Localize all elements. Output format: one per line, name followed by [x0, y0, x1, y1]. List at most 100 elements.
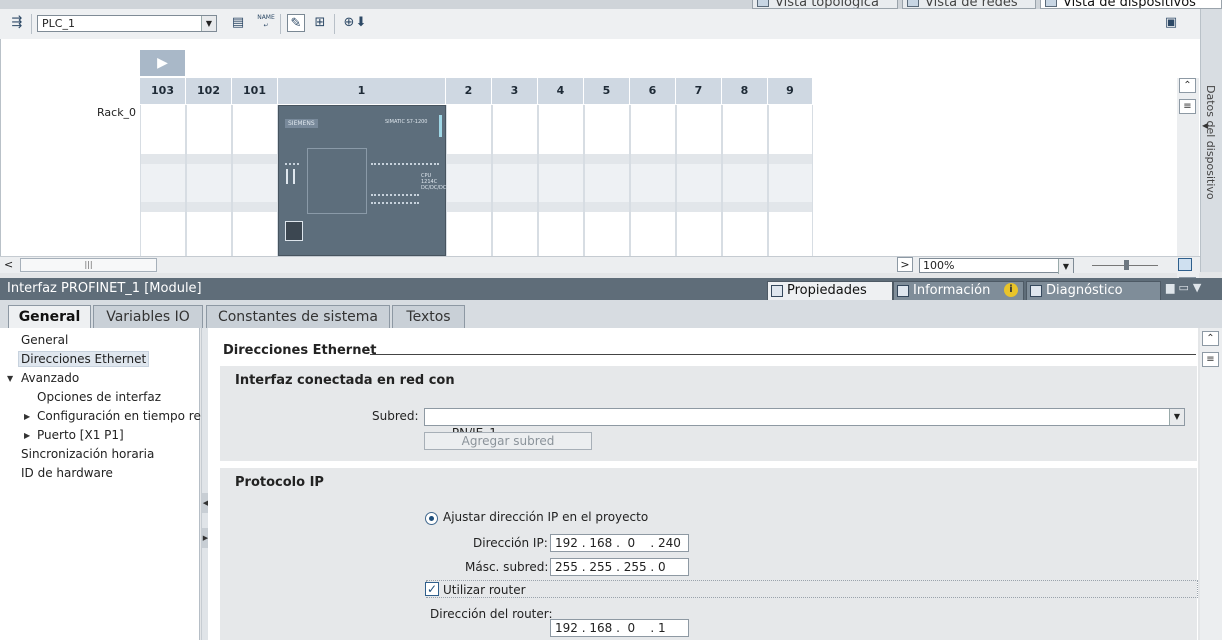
slot-header: 5 [584, 78, 630, 104]
toolbar-separator [31, 14, 32, 34]
tab-diagnostics[interactable]: Diagnóstico [1026, 281, 1161, 301]
slot-header: 4 [538, 78, 584, 104]
set-ip-in-project-radio[interactable] [425, 512, 438, 525]
use-router-checkbox[interactable]: ✓ [425, 582, 439, 596]
show-address-icon[interactable]: ▤ [229, 14, 247, 32]
siemens-logo: SIEMENS [285, 119, 318, 128]
device-icon [1045, 0, 1057, 7]
rack-slot[interactable] [676, 105, 722, 256]
diagnostics-icon [1030, 285, 1042, 297]
run-switch-icon [286, 169, 295, 184]
nav-item-interface-options[interactable]: Opciones de interfaz [37, 390, 161, 404]
rack-slot[interactable] [446, 105, 492, 256]
section-title: Direcciones Ethernet [223, 343, 377, 358]
content-scrollbar[interactable]: ⌃ ≡ [1200, 328, 1222, 640]
rack-slot[interactable] [584, 105, 630, 256]
rack-slot[interactable] [768, 105, 813, 256]
subtab-general[interactable]: General [8, 305, 91, 328]
info-badge-icon: i [1004, 283, 1018, 297]
slot-header: 101 [232, 78, 278, 104]
scroll-thumb[interactable]: ||| [20, 258, 157, 272]
scroll-up-icon[interactable]: ⌃ [1202, 331, 1219, 346]
chevron-down-icon[interactable]: ▼ [201, 16, 216, 31]
ip-protocol-group: Protocolo IP Ajustar dirección IP en el … [220, 468, 1198, 640]
window-controls[interactable]: ▆▭▼ [1166, 281, 1205, 294]
rack-slot[interactable] [186, 105, 232, 256]
properties-nav-tree: General Direcciones Ethernet ▼ Avanzado … [0, 328, 212, 640]
ip-address-field[interactable]: 192 . 168 . 0 . 240 [550, 534, 689, 552]
overview-navigation-icon[interactable] [1178, 258, 1192, 271]
nav-item-port-x1p1[interactable]: Puerto [X1 P1] [37, 428, 124, 442]
use-router-label: Utilizar router [443, 583, 526, 597]
profinet-port-icon[interactable] [285, 221, 303, 241]
cpu-model-label: SIMATIC S7-1200 [385, 119, 428, 125]
topology-icon [757, 0, 769, 7]
nav-item-advanced[interactable]: Avanzado [21, 371, 79, 385]
rack-slot[interactable] [722, 105, 768, 256]
nav-splitter[interactable]: ◀ ▶ [201, 328, 209, 640]
subtab-system-constants[interactable]: Constantes de sistema [206, 305, 390, 328]
zoom-select[interactable]: 100% ▼ [919, 258, 1074, 274]
slot-header: 8 [722, 78, 768, 104]
chevron-down-icon[interactable]: ▼ [1058, 259, 1073, 274]
horizontal-scrollbar[interactable]: < ||| > 100% ▼ [0, 256, 1200, 274]
collapsed-arrow-icon[interactable]: ▶ [24, 431, 30, 440]
properties-content: Direcciones Ethernet Interfaz conectada … [208, 328, 1198, 640]
rack-slot[interactable] [538, 105, 584, 256]
expanded-arrow-icon[interactable]: ▼ [7, 374, 13, 383]
cpu-type-label: CPU 1214C DC/DC/DC [421, 173, 447, 191]
rack-slot[interactable] [492, 105, 538, 256]
collapsed-arrow-icon[interactable]: ▶ [24, 412, 30, 421]
use-router-row [426, 580, 1198, 598]
add-subnet-button[interactable]: Agregar subred [424, 432, 592, 450]
nav-item-hardware-id[interactable]: ID de hardware [21, 466, 113, 480]
rack-slot[interactable] [232, 105, 278, 256]
rack-slot[interactable] [140, 105, 186, 256]
subnet-mask-label: Másc. subred: [465, 560, 549, 574]
rack-slot[interactable] [630, 105, 676, 256]
information-icon [897, 285, 909, 297]
scroll-left-icon[interactable]: < [4, 258, 13, 271]
toolbar-separator [280, 14, 281, 34]
tab-topology-view[interactable]: Vista topológica [752, 0, 898, 9]
slot-header: 1 [278, 78, 446, 104]
download-icon[interactable]: ⬇ [355, 14, 367, 32]
nav-item-ethernet-addresses[interactable]: Direcciones Ethernet [18, 351, 150, 367]
subnet-select[interactable]: PN/IE_1 ▼ [424, 408, 1185, 440]
slot-header: 103 [140, 78, 186, 104]
device-tree-icon[interactable]: ⇶ [8, 14, 26, 32]
subnet-label: Subred: [372, 409, 419, 423]
cpu-display-area [307, 148, 367, 214]
router-address-field[interactable]: 192 . 168 . 0 . 1 [550, 619, 689, 637]
tab-properties[interactable]: Propiedades [767, 281, 893, 301]
led-row [371, 202, 419, 204]
subnet-mask-field[interactable]: 255 . 255 . 255 . 0 [550, 558, 689, 576]
scroll-up-icon[interactable]: ⌃ [1179, 78, 1196, 93]
slot-header: 3 [492, 78, 538, 104]
nav-item-general[interactable]: General [21, 333, 68, 347]
scroll-right-icon[interactable]: > [897, 257, 913, 272]
cpu-module[interactable]: SIEMENS SIMATIC S7-1200 CPU 1214C DC/DC/D… [278, 105, 446, 256]
network-icon [907, 0, 919, 7]
status-lamp [439, 115, 442, 137]
scroll-thumb-icon[interactable]: ≡ [1202, 352, 1219, 367]
device-view-canvas[interactable]: ▶ 103 102 101 1 2 3 4 5 6 7 8 9 Rack_0 S… [0, 39, 1200, 295]
expand-rack-arrow-icon[interactable]: ▶ [140, 50, 185, 76]
tab-device-view[interactable]: Vista de dispositivos [1040, 0, 1222, 9]
subtab-texts[interactable]: Textos [392, 305, 465, 328]
slot-header: 6 [630, 78, 676, 104]
scroll-thumb-icon[interactable]: ≡ [1179, 99, 1196, 114]
subtab-io-tags[interactable]: Variables IO [93, 305, 203, 328]
name-toggle-icon[interactable]: NAME ↵ [257, 14, 275, 32]
nav-item-time-sync[interactable]: Sincronización horaria [21, 447, 154, 461]
chevron-down-icon[interactable]: ▼ [1169, 409, 1184, 425]
inspector-subtabs: General Variables IO Constantes de siste… [0, 300, 1222, 328]
device-select[interactable]: PLC_1 ▼ [37, 15, 217, 32]
zoom-slider-handle[interactable] [1124, 260, 1129, 270]
tab-network-view[interactable]: Vista de redes [902, 0, 1036, 9]
device-data-side-panel[interactable]: ◀ Datos del dispositivo [1200, 9, 1222, 272]
grid-icon[interactable]: ⊞ [311, 14, 329, 32]
pen-edit-icon[interactable]: ✎ [287, 14, 305, 32]
device-view-options-icon[interactable]: ▣ [1162, 14, 1180, 32]
nav-item-realtime-config[interactable]: Configuración en tiempo real [37, 409, 212, 423]
